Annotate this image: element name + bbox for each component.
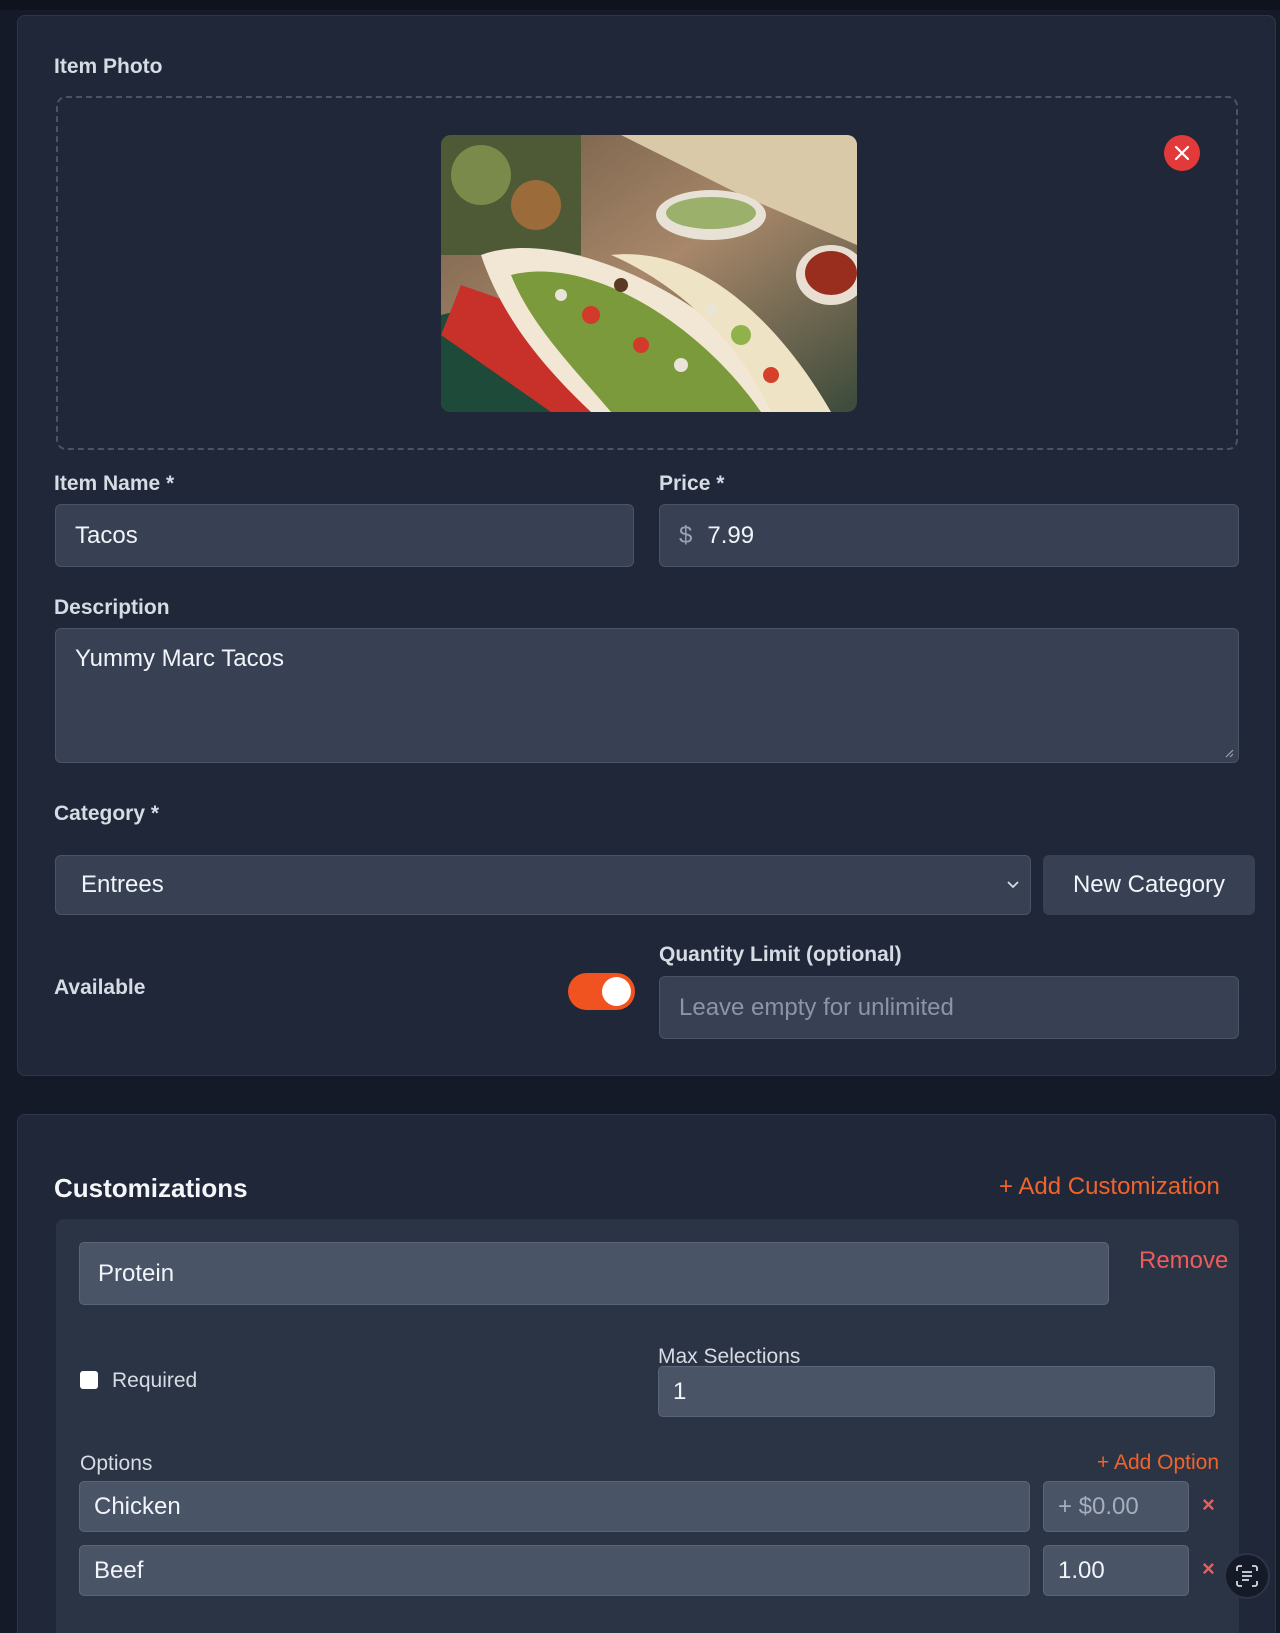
price-value: 7.99 bbox=[707, 521, 755, 549]
customization-group: Protein Remove Required Max Selections 1… bbox=[56, 1219, 1239, 1633]
category-select[interactable]: Entrees bbox=[55, 855, 1031, 915]
description-textarea[interactable]: Yummy Marc Tacos bbox=[55, 628, 1239, 763]
option-name-input[interactable]: Beef bbox=[79, 1545, 1030, 1596]
available-toggle[interactable] bbox=[568, 973, 635, 1010]
add-option-button[interactable]: + Add Option bbox=[1097, 1451, 1219, 1475]
category-label: Category * bbox=[54, 802, 160, 825]
customizations-title: Customizations bbox=[54, 1173, 248, 1203]
remove-option-button[interactable]: × bbox=[1202, 1556, 1215, 1582]
option-name-input[interactable]: Chicken bbox=[79, 1481, 1030, 1532]
price-input[interactable]: $ 7.99 bbox=[659, 504, 1239, 567]
new-category-button[interactable]: New Category bbox=[1043, 855, 1255, 915]
currency-prefix: $ bbox=[679, 521, 693, 549]
item-name-label: Item Name * bbox=[54, 472, 175, 495]
category-selected-value: Entrees bbox=[81, 871, 164, 898]
top-edge-bar bbox=[0, 0, 1280, 10]
floating-action-button[interactable] bbox=[1224, 1553, 1270, 1599]
required-label: Required bbox=[112, 1369, 198, 1392]
customization-name-input[interactable]: Protein bbox=[79, 1242, 1109, 1305]
max-selections-input[interactable]: 1 bbox=[658, 1366, 1215, 1417]
option-price-input[interactable]: 1.00 bbox=[1043, 1545, 1189, 1596]
quantity-limit-placeholder: Leave empty for unlimited bbox=[679, 993, 954, 1021]
option-price-input[interactable]: + $0.00 bbox=[1043, 1481, 1189, 1532]
customization-name-value: Protein bbox=[98, 1259, 175, 1287]
photo-dropzone[interactable] bbox=[56, 96, 1238, 450]
item-details-card: Item Photo Item Name * Tacos Price * $ 7… bbox=[17, 15, 1276, 1076]
item-name-input[interactable]: Tacos bbox=[55, 504, 634, 567]
remove-option-button[interactable]: × bbox=[1202, 1492, 1215, 1518]
max-selections-value: 1 bbox=[673, 1377, 687, 1405]
required-checkbox[interactable] bbox=[80, 1371, 98, 1389]
available-label: Available bbox=[54, 976, 146, 999]
quantity-limit-input[interactable]: Leave empty for unlimited bbox=[659, 976, 1239, 1039]
scan-text-icon bbox=[1236, 1565, 1258, 1587]
description-label: Description bbox=[54, 596, 170, 619]
options-label: Options bbox=[80, 1452, 153, 1475]
option-price-placeholder: + $0.00 bbox=[1058, 1492, 1139, 1520]
quantity-limit-label: Quantity Limit (optional) bbox=[659, 943, 902, 966]
remove-customization-button[interactable]: Remove bbox=[1139, 1247, 1228, 1275]
option-name-value: Chicken bbox=[94, 1492, 181, 1520]
option-name-value: Beef bbox=[94, 1556, 144, 1584]
price-label: Price * bbox=[659, 472, 725, 495]
chevron-down-icon bbox=[1007, 881, 1019, 889]
description-value: Yummy Marc Tacos bbox=[75, 645, 284, 672]
remove-photo-button[interactable] bbox=[1164, 135, 1200, 171]
customizations-card: Customizations + Add Customization Prote… bbox=[17, 1114, 1276, 1633]
toggle-knob bbox=[602, 977, 631, 1006]
item-photo-image bbox=[441, 135, 857, 412]
resize-handle-icon[interactable] bbox=[1224, 748, 1234, 758]
add-customization-button[interactable]: + Add Customization bbox=[999, 1173, 1220, 1201]
close-icon bbox=[1174, 145, 1190, 161]
item-name-value: Tacos bbox=[75, 521, 138, 549]
item-photo-label: Item Photo bbox=[54, 55, 163, 78]
option-price-value: 1.00 bbox=[1058, 1556, 1105, 1584]
